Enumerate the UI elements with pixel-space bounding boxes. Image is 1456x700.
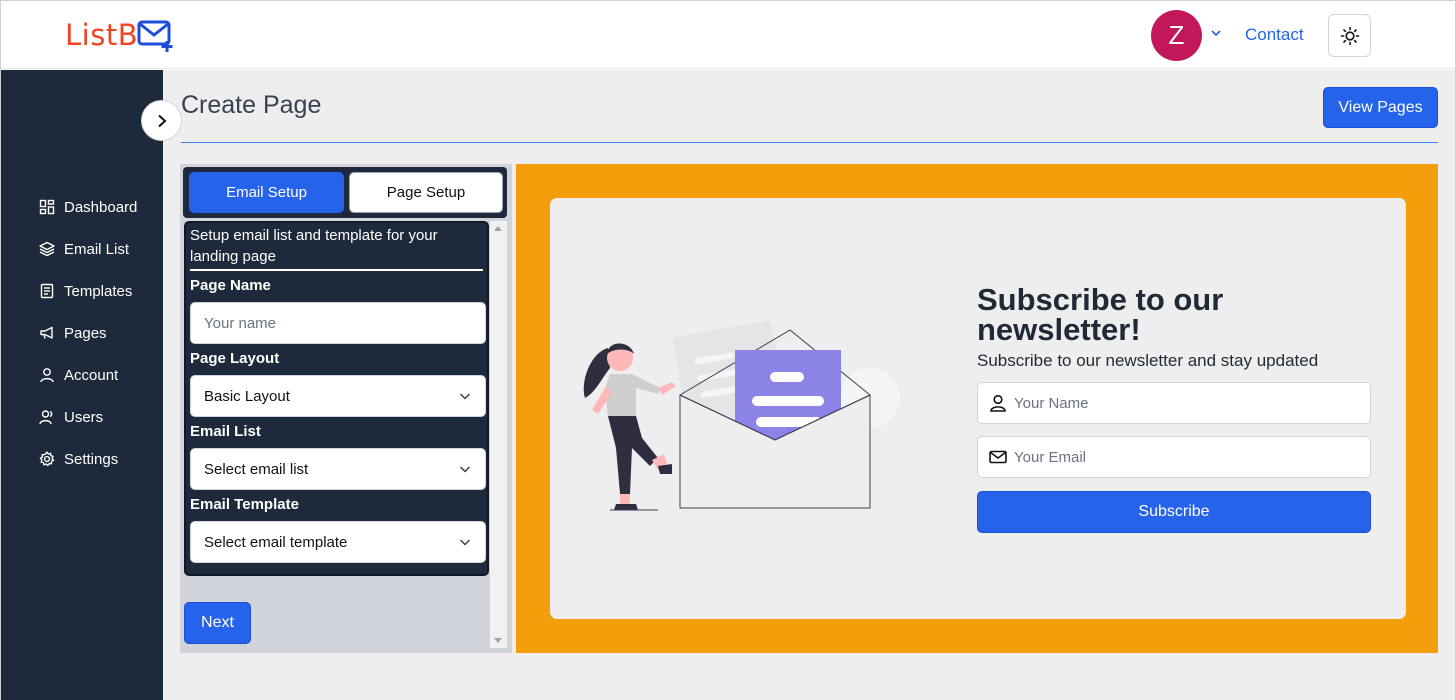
- page-name-label: Page Name: [190, 277, 271, 294]
- sidebar-item-label: Account: [64, 366, 119, 384]
- subscribe-button[interactable]: Subscribe: [977, 491, 1371, 533]
- sidebar-toggle-button[interactable]: [141, 100, 182, 141]
- sidebar-item-label: Templates: [64, 282, 133, 300]
- email-template-value: Select email template: [204, 533, 348, 551]
- sidebar-item-label: Dashboard: [64, 198, 138, 216]
- email-list-select[interactable]: Select email list: [190, 448, 486, 490]
- page-name-input[interactable]: Your name: [190, 302, 486, 344]
- tab-email-setup[interactable]: Email Setup: [189, 172, 344, 213]
- title-divider: [181, 142, 1438, 143]
- logo-text: ListB: [65, 18, 139, 52]
- sidebar: Dashboard Email List Templates Pages Acc…: [1, 70, 163, 700]
- scroll-up-arrow-icon[interactable]: [494, 226, 502, 231]
- page-layout-value: Basic Layout: [204, 387, 290, 405]
- tab-page-setup[interactable]: Page Setup: [349, 172, 503, 213]
- mail-icon: [989, 450, 1007, 464]
- email-list-label: Email List: [190, 423, 261, 440]
- templates-icon: [40, 283, 54, 299]
- chevron-down-icon: [459, 466, 471, 473]
- email-placeholder: Your Email: [1014, 448, 1086, 466]
- preview-card: Subscribe to our newsletter! Subscribe t…: [550, 198, 1406, 619]
- megaphone-icon: [40, 326, 53, 339]
- sidebar-item-label: Email List: [64, 240, 130, 258]
- page-title: Create Page: [181, 91, 322, 119]
- page-layout-select[interactable]: Basic Layout: [190, 375, 486, 417]
- next-button[interactable]: Next: [184, 602, 251, 644]
- sidebar-item-label: Users: [64, 408, 104, 426]
- view-pages-button[interactable]: View Pages: [1323, 87, 1438, 128]
- email-template-label: Email Template: [190, 496, 299, 513]
- email-list-value: Select email list: [204, 460, 309, 478]
- layers-icon: [39, 241, 55, 257]
- page-layout-label: Page Layout: [190, 350, 280, 367]
- subscribe-subtitle: Subscribe to our newsletter and stay upd…: [977, 351, 1319, 370]
- subscribe-title: Subscribe to our newsletter!: [977, 282, 1224, 347]
- sidebar-item-users[interactable]: Users: [39, 396, 137, 438]
- chevron-down-icon: [459, 393, 471, 400]
- sidebar-item-dashboard[interactable]: Dashboard: [39, 186, 137, 228]
- newsletter-illustration: [583, 320, 900, 511]
- page-preview: Subscribe to our newsletter! Subscribe t…: [516, 164, 1438, 653]
- top-header: ListB Z Contact: [1, 1, 1455, 69]
- chevron-down-icon: [459, 539, 471, 546]
- sidebar-item-settings[interactable]: Settings: [39, 438, 137, 480]
- setup-panel: Email Setup Page Setup Setup email list …: [180, 164, 512, 653]
- avatar[interactable]: Z: [1151, 10, 1202, 61]
- chevron-right-icon: [157, 114, 166, 127]
- setup-tabs: Email Setup Page Setup: [183, 167, 507, 218]
- scroll-down-arrow-icon[interactable]: [494, 638, 502, 643]
- mail-plus-icon: [137, 20, 173, 52]
- users-icon: [39, 410, 53, 425]
- scrollbar[interactable]: [490, 221, 507, 648]
- gear-icon: [39, 451, 55, 467]
- form-description: Setup email list and template for your l…: [190, 223, 483, 271]
- user-icon: [40, 368, 54, 383]
- page-name-placeholder: Your name: [204, 314, 276, 332]
- sidebar-item-email-list[interactable]: Email List: [39, 228, 137, 270]
- user-icon: [990, 394, 1006, 412]
- logo[interactable]: ListB: [65, 15, 176, 55]
- email-template-select[interactable]: Select email template: [190, 521, 486, 563]
- sidebar-item-pages[interactable]: Pages: [39, 312, 137, 354]
- email-setup-form: Setup email list and template for your l…: [184, 221, 489, 576]
- sidebar-item-templates[interactable]: Templates: [39, 270, 137, 312]
- subscriber-email-input[interactable]: Your Email: [977, 436, 1371, 478]
- main-content: Create Page View Pages Email Setup Page …: [163, 70, 1455, 700]
- sidebar-nav: Dashboard Email List Templates Pages Acc…: [39, 186, 137, 480]
- contact-link[interactable]: Contact: [1245, 25, 1304, 45]
- theme-toggle-button[interactable]: [1328, 14, 1371, 57]
- sidebar-item-label: Settings: [64, 450, 119, 468]
- sun-icon: [1340, 26, 1359, 45]
- sidebar-item-label: Pages: [64, 324, 107, 342]
- chevron-down-icon[interactable]: [1210, 27, 1222, 39]
- subscriber-name-input[interactable]: Your Name: [977, 382, 1371, 424]
- dashboard-icon: [39, 199, 55, 215]
- name-placeholder: Your Name: [1014, 394, 1089, 412]
- sidebar-item-account[interactable]: Account: [39, 354, 137, 396]
